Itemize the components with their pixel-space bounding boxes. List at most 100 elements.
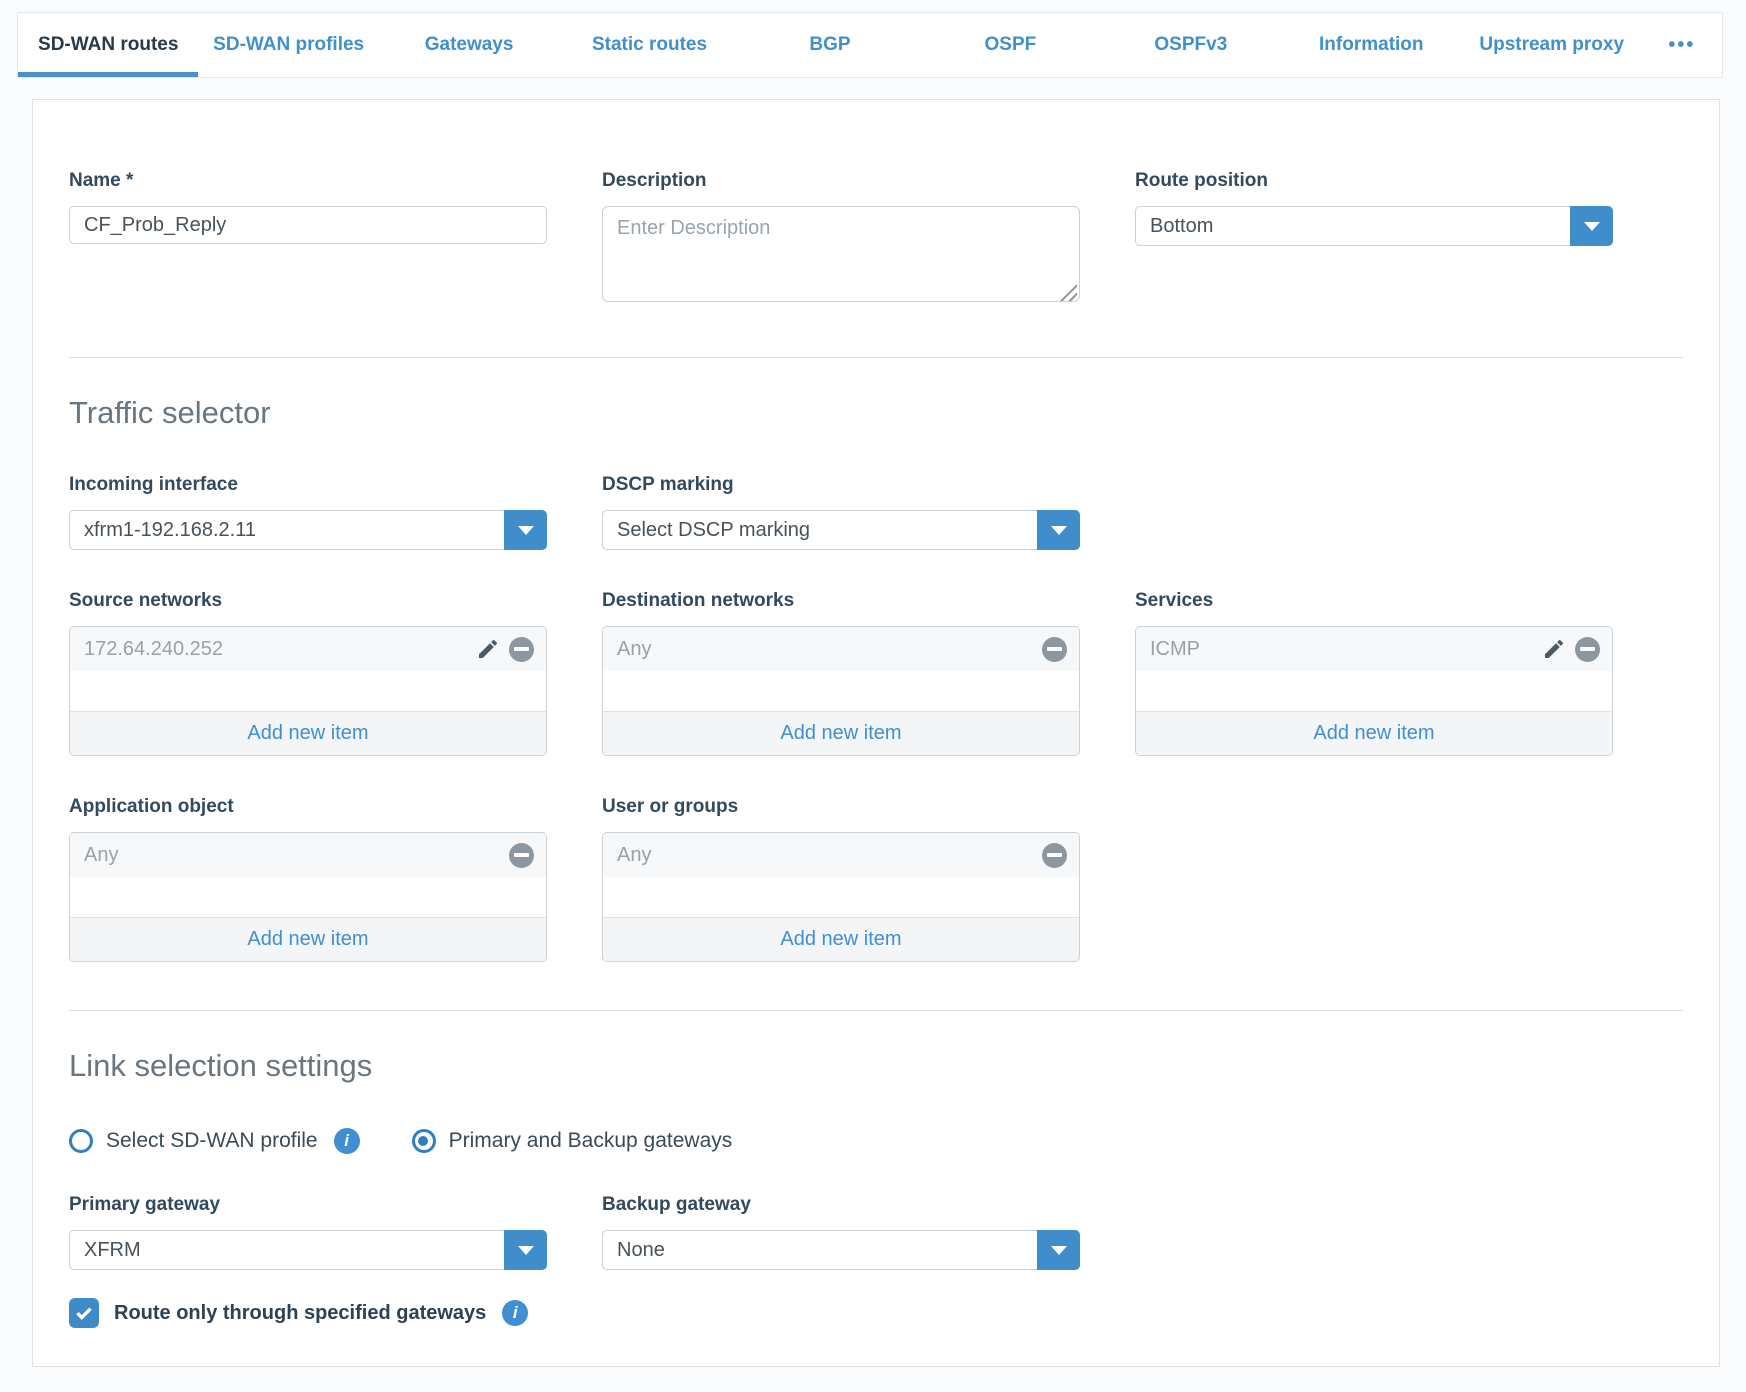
- link-selection-options: Select SD-WAN profile i Primary and Back…: [69, 1128, 1683, 1154]
- list-item-value: Any: [84, 844, 509, 867]
- list-item-value: Any: [617, 844, 1042, 867]
- chevron-down-icon[interactable]: [1037, 510, 1080, 550]
- tab-ospf[interactable]: OSPF: [920, 13, 1100, 77]
- listbox-empty-area: [603, 877, 1079, 917]
- traffic-selector-title: Traffic selector: [69, 396, 1683, 430]
- description-textarea[interactable]: [602, 206, 1080, 302]
- radio-icon[interactable]: [69, 1129, 93, 1153]
- list-item-value: ICMP: [1150, 638, 1542, 661]
- backup-gateway-value: None: [603, 1239, 665, 1262]
- services-field-group: Services ICMP Add new item: [1135, 590, 1613, 756]
- route-position-value: Bottom: [1136, 215, 1213, 238]
- tab-information[interactable]: Information: [1281, 13, 1461, 77]
- list-item: ICMP: [1136, 627, 1612, 671]
- radio-label: Select SD-WAN profile: [106, 1129, 318, 1153]
- primary-gateway-field-group: Primary gateway XFRM: [69, 1194, 547, 1270]
- tab-ospfv3[interactable]: OSPFv3: [1101, 13, 1281, 77]
- listbox-empty-area: [1136, 671, 1612, 711]
- remove-icon[interactable]: [1042, 637, 1067, 662]
- chevron-down-icon[interactable]: [1570, 206, 1613, 246]
- user-or-groups-field-group: User or groups Any Add new item: [602, 796, 1080, 962]
- incoming-interface-value: xfrm1-192.168.2.11: [70, 519, 256, 542]
- tab-sdwan-profiles[interactable]: SD-WAN profiles: [198, 13, 378, 77]
- listbox-empty-area: [603, 671, 1079, 711]
- application-object-label: Application object: [69, 796, 547, 818]
- incoming-interface-field-group: Incoming interface xfrm1-192.168.2.11: [69, 474, 547, 550]
- radio-select-sdwan-profile[interactable]: Select SD-WAN profile: [69, 1129, 318, 1153]
- edit-icon[interactable]: [1542, 637, 1566, 661]
- add-new-item-button[interactable]: Add new item: [603, 711, 1079, 755]
- route-position-label: Route position: [1135, 170, 1613, 192]
- remove-icon[interactable]: [1575, 637, 1600, 662]
- primary-gateway-label: Primary gateway: [69, 1194, 547, 1216]
- add-new-item-button[interactable]: Add new item: [70, 711, 546, 755]
- radio-label: Primary and Backup gateways: [449, 1129, 733, 1153]
- list-item-value: Any: [617, 638, 1042, 661]
- remove-icon[interactable]: [1042, 843, 1067, 868]
- listbox-empty-area: [70, 671, 546, 711]
- backup-gateway-select[interactable]: None: [602, 1230, 1080, 1270]
- sdwan-route-form-card: Name * Description Route position Bottom: [32, 99, 1720, 1367]
- name-label: Name *: [69, 170, 547, 192]
- backup-gateway-field-group: Backup gateway None: [602, 1194, 1080, 1270]
- route-position-select[interactable]: Bottom: [1135, 206, 1613, 246]
- dscp-marking-value: Select DSCP marking: [603, 519, 810, 542]
- services-listbox: ICMP Add new item: [1135, 626, 1613, 756]
- destination-networks-field-group: Destination networks Any Add new item: [602, 590, 1080, 756]
- description-label: Description: [602, 170, 1080, 192]
- list-item: Any: [70, 833, 546, 877]
- add-new-item-button[interactable]: Add new item: [603, 917, 1079, 961]
- tab-gateways[interactable]: Gateways: [379, 13, 559, 77]
- dscp-marking-select[interactable]: Select DSCP marking: [602, 510, 1080, 550]
- user-or-groups-listbox: Any Add new item: [602, 832, 1080, 962]
- dscp-marking-label: DSCP marking: [602, 474, 1080, 496]
- incoming-interface-select[interactable]: xfrm1-192.168.2.11: [69, 510, 547, 550]
- tab-sdwan-routes[interactable]: SD-WAN routes: [18, 13, 198, 77]
- application-object-listbox: Any Add new item: [69, 832, 547, 962]
- link-selection-title: Link selection settings: [69, 1049, 1683, 1083]
- list-item: Any: [603, 833, 1079, 877]
- radio-selected-icon[interactable]: [412, 1129, 436, 1153]
- destination-networks-listbox: Any Add new item: [602, 626, 1080, 756]
- remove-icon[interactable]: [509, 843, 534, 868]
- route-position-field-group: Route position Bottom: [1135, 170, 1613, 307]
- listbox-empty-area: [70, 877, 546, 917]
- list-item: Any: [603, 627, 1079, 671]
- destination-networks-label: Destination networks: [602, 590, 1080, 612]
- name-field-group: Name *: [69, 170, 547, 307]
- list-item-value: 172.64.240.252: [84, 638, 476, 661]
- description-field-group: Description: [602, 170, 1080, 307]
- name-input[interactable]: [69, 206, 547, 244]
- remove-icon[interactable]: [509, 637, 534, 662]
- tabs-overflow-icon[interactable]: •••: [1642, 13, 1722, 77]
- source-networks-label: Source networks: [69, 590, 547, 612]
- route-only-label: Route only through specified gateways: [114, 1302, 486, 1325]
- add-new-item-button[interactable]: Add new item: [1136, 711, 1612, 755]
- tab-bar: SD-WAN routes SD-WAN profiles Gateways S…: [17, 12, 1723, 78]
- tab-upstream-proxy[interactable]: Upstream proxy: [1462, 13, 1642, 77]
- route-only-row: Route only through specified gateways i: [69, 1298, 1683, 1328]
- user-or-groups-label: User or groups: [602, 796, 1080, 818]
- list-item: 172.64.240.252: [70, 627, 546, 671]
- chevron-down-icon[interactable]: [1037, 1230, 1080, 1270]
- primary-gateway-value: XFRM: [70, 1239, 141, 1262]
- tab-static-routes[interactable]: Static routes: [559, 13, 739, 77]
- application-object-field-group: Application object Any Add new item: [69, 796, 547, 962]
- dscp-marking-field-group: DSCP marking Select DSCP marking: [602, 474, 1080, 550]
- chevron-down-icon[interactable]: [504, 510, 547, 550]
- services-label: Services: [1135, 590, 1613, 612]
- source-networks-listbox: 172.64.240.252 Add new item: [69, 626, 547, 756]
- chevron-down-icon[interactable]: [504, 1230, 547, 1270]
- info-icon[interactable]: i: [502, 1300, 528, 1326]
- incoming-interface-label: Incoming interface: [69, 474, 547, 496]
- section-divider: [69, 1010, 1683, 1011]
- info-icon[interactable]: i: [334, 1128, 360, 1154]
- checkbox-checked-icon[interactable]: [69, 1298, 99, 1328]
- primary-gateway-select[interactable]: XFRM: [69, 1230, 547, 1270]
- section-divider: [69, 357, 1683, 358]
- tab-bgp[interactable]: BGP: [740, 13, 920, 77]
- edit-icon[interactable]: [476, 637, 500, 661]
- add-new-item-button[interactable]: Add new item: [70, 917, 546, 961]
- backup-gateway-label: Backup gateway: [602, 1194, 1080, 1216]
- radio-primary-backup-gateways[interactable]: Primary and Backup gateways: [412, 1129, 733, 1153]
